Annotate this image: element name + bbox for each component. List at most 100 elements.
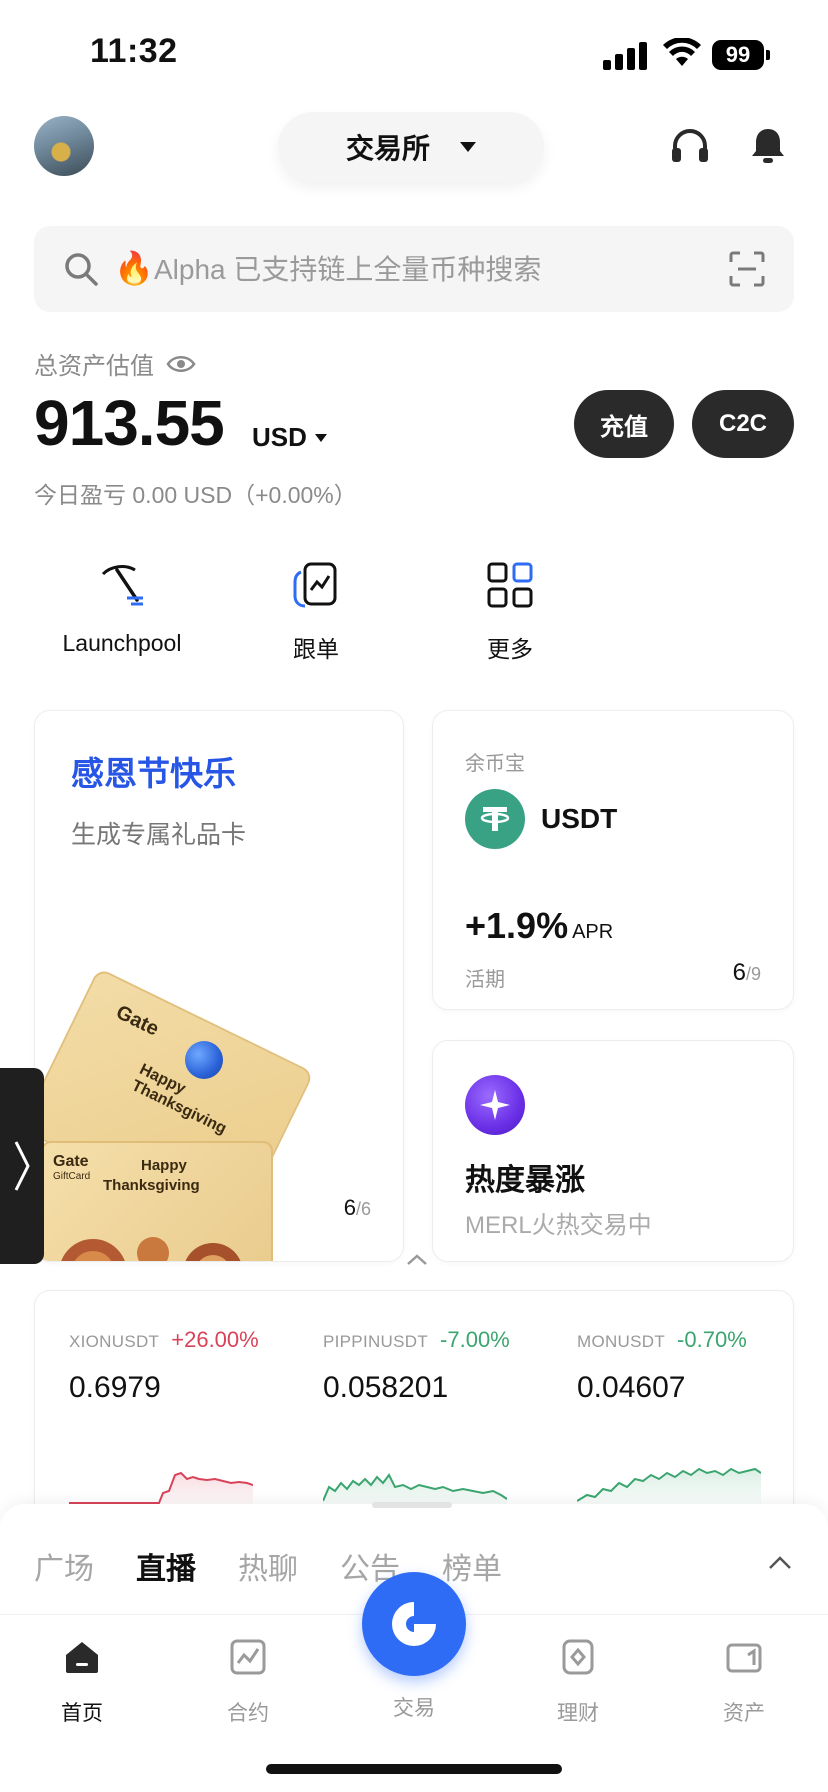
usdt-coin-icon [465,789,525,849]
apr-value: +1.9% APR [465,905,613,947]
pager-current: 6 [343,1195,356,1220]
ticker-price: 0.058201 [323,1371,449,1404]
market-tickers-card: XIONUSDT +26.00% 0.6979 PIPPINUSDT -7.00% … [34,1290,794,1520]
futures-chart-icon [230,1639,266,1675]
exchange-label: 交易所 [345,133,430,164]
currency-label: USD [252,422,307,452]
sparkline-chart [577,1467,761,1511]
nav-label: 资产 [723,1702,765,1725]
nav-label: 首页 [61,1702,103,1725]
search-icon [65,253,98,286]
promo-title: 感恩节快乐 [71,755,236,792]
ticker-change: -0.70% [677,1327,747,1352]
nav-home[interactable]: 首页 [22,1637,142,1727]
ticker-item[interactable]: MONUSDT -0.70% 0.04607 [577,1327,797,1511]
exchange-switcher[interactable]: 交易所 [278,112,544,182]
c2c-button[interactable]: C2C [692,390,794,458]
chevron-right-icon [14,1141,30,1191]
wifi-icon [663,38,701,66]
headset-support-icon[interactable] [668,124,712,168]
pager-current: 6 [732,959,746,986]
tab-square[interactable]: 广场 [34,1544,94,1588]
scan-icon[interactable] [728,250,766,288]
simple-earn-card[interactable]: 余币宝 USDT +1.9% APR 活期 6/9 [432,710,794,1010]
coin-name: USDT [541,803,618,834]
tab-hot-chat[interactable]: 热聊 [238,1544,298,1588]
tab-rankings[interactable]: 榜单 [442,1544,502,1588]
nav-label: 合约 [227,1702,269,1725]
ticker-item[interactable]: PIPPINUSDT -7.00% 0.058201 [323,1327,543,1511]
tab-live[interactable]: 直播 [136,1544,196,1588]
deposit-button[interactable]: 充值 [574,390,674,458]
ticker-price: 0.04607 [577,1371,686,1404]
gift-card-image: Gate GiftCard Happy Thanksgiving [41,1141,273,1261]
quick-action-copy-trade[interactable]: 跟单 [216,560,416,664]
quick-action-more[interactable]: 更多 [410,560,610,664]
home-icon [66,1642,98,1673]
quick-action-label: 更多 [487,636,533,662]
apr-number: +1.9% [465,905,569,946]
blue-ball-decoration [185,1041,223,1079]
nav-earn[interactable]: 理财 [518,1637,638,1727]
merl-coin-icon [465,1075,525,1135]
ticker-item[interactable]: XIONUSDT +26.00% 0.6979 [69,1327,289,1511]
bell-icon[interactable] [746,124,790,168]
term-label: 活期 [465,969,505,991]
pager-total: /9 [745,964,761,984]
ticker-change: +26.00% [171,1327,259,1352]
pickaxe-icon [101,565,143,606]
grid-more-icon [487,562,533,608]
thanksgiving-promo-card[interactable]: 感恩节快乐 生成专属礼品卡 Gate Happy Thanksgiving Ga… [34,710,404,1262]
trending-card[interactable]: 热度暴涨 MERL火热交易中 [432,1040,794,1262]
ticker-change: -7.00% [440,1327,510,1352]
wallet-icon [726,1643,762,1673]
nav-futures[interactable]: 合约 [188,1637,308,1727]
promo-subtitle: 生成专属礼品卡 [71,821,247,849]
gift-card-brand: Gate [53,1153,89,1170]
gift-card-brand: Gate [112,1001,163,1041]
apr-unit: APR [572,921,614,943]
promo-pager: 6/6 [344,1195,371,1221]
trending-title: 热度暴涨 [465,1164,585,1197]
ticker-symbol: MONUSDT [577,1332,666,1351]
earn-icon [562,1639,594,1675]
earn-pager: 6/9 [733,959,761,987]
ticker-symbol: PIPPINUSDT [323,1332,429,1351]
turkey-illustration [61,1237,241,1261]
quick-action-launchpool[interactable]: Launchpool [22,560,222,657]
sparkline-chart [69,1471,253,1511]
avatar[interactable] [34,116,94,176]
search-bar[interactable]: 🔥 Alpha 已支持链上全量币种搜索 [34,226,794,312]
gift-card-text: Thanksgiving [103,1177,200,1194]
gate-logo-icon [392,1602,436,1646]
trade-button[interactable] [362,1572,466,1676]
status-time: 11:32 [90,32,178,70]
cellular-signal-icon [603,42,649,70]
eye-icon[interactable] [166,354,196,374]
caret-down-icon [314,433,327,442]
total-balance: 913.55 [34,387,225,459]
daily-pnl: 今日盈亏 0.00 USD（+0.00%） [34,482,357,508]
nav-label: 交易 [393,1697,435,1720]
ticker-symbol: XIONUSDT [69,1332,160,1351]
total-assets-text: 总资产估值 [34,353,154,380]
battery-icon: 99 [712,40,770,70]
nav-assets[interactable]: 资产 [684,1637,804,1727]
gift-card-text: Happy [141,1157,187,1174]
search-placeholder: Alpha 已支持链上全量币种搜索 [154,254,542,285]
side-drawer-handle[interactable] [0,1068,44,1264]
quick-action-label: 跟单 [293,636,339,662]
ticker-price: 0.6979 [69,1371,161,1404]
trending-subtitle: MERL火热交易中 [465,1212,652,1239]
quick-action-label: Launchpool [62,630,182,656]
chevron-up-icon[interactable] [766,1552,794,1572]
battery-level: 99 [712,40,764,70]
gift-card-sub: GiftCard [53,1171,91,1182]
simple-earn-label: 余币宝 [465,753,525,775]
currency-selector[interactable]: USD [252,422,327,453]
sheet-drag-handle[interactable] [372,1502,452,1508]
chevron-up-icon[interactable] [402,1250,432,1270]
fire-icon: 🔥 [114,250,154,286]
total-assets-label: 总资产估值 [34,346,196,381]
home-indicator[interactable] [266,1764,562,1774]
